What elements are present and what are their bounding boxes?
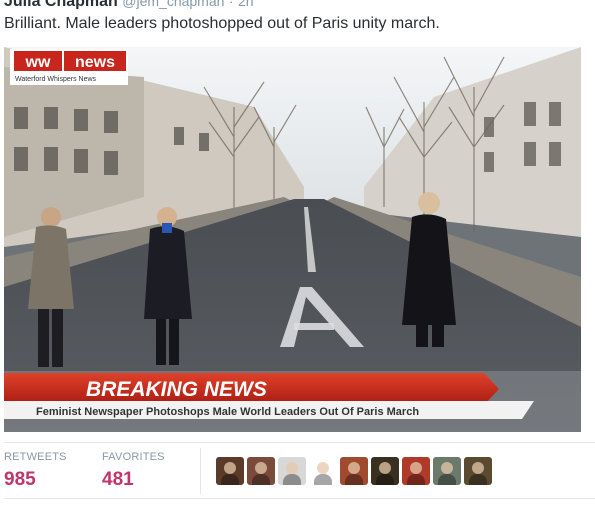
banner-caption: Feminist Newspaper Photoshops Male World… bbox=[36, 406, 419, 418]
avatar-2[interactable] bbox=[247, 457, 275, 485]
retweets-label: RETWEETS bbox=[4, 451, 67, 463]
avatar-6[interactable] bbox=[371, 457, 399, 485]
avatar-1[interactable] bbox=[216, 457, 244, 485]
favorites-label: FAVORITES bbox=[102, 451, 165, 463]
logo-subtitle: Waterford Whispers News bbox=[15, 76, 97, 83]
separator-dot: · bbox=[228, 0, 234, 9]
breaking-news-banner: BREAKING NEWS Feminist Newspaper Photosh… bbox=[4, 371, 581, 432]
author-name[interactable]: Julia Chapman bbox=[4, 0, 118, 9]
retweets-stat[interactable]: RETWEETS 985 bbox=[4, 451, 94, 491]
stats-divider bbox=[200, 448, 201, 494]
favorites-stat[interactable]: FAVORITES 481 bbox=[102, 451, 192, 491]
tweet-text: Brilliant. Male leaders photoshopped out… bbox=[4, 15, 440, 32]
news-logo: ww news Waterford Whispers News bbox=[10, 49, 128, 85]
tweet-header: Julia Chapman @jem_chapman · 2h bbox=[4, 0, 254, 9]
author-handle[interactable]: @jem_chapman bbox=[122, 0, 224, 9]
retweets-count: 985 bbox=[4, 469, 36, 490]
avatar-3[interactable] bbox=[278, 457, 306, 485]
tweet-timestamp[interactable]: 2h bbox=[238, 0, 254, 9]
avatar-5[interactable] bbox=[340, 457, 368, 485]
avatar-7[interactable] bbox=[402, 457, 430, 485]
logo-ww: ww bbox=[25, 54, 51, 71]
tweet-photo[interactable]: ww news Waterford Whispers News BREAKING… bbox=[4, 47, 581, 432]
favorites-count: 481 bbox=[102, 469, 134, 490]
avatar-9[interactable] bbox=[464, 457, 492, 485]
banner-title: BREAKING NEWS bbox=[86, 378, 267, 401]
photo-scene: ww news Waterford Whispers News BREAKING… bbox=[4, 47, 581, 432]
stats-bottom-divider bbox=[4, 498, 595, 499]
stats-top-divider bbox=[4, 442, 595, 443]
avatar-8[interactable] bbox=[433, 457, 461, 485]
logo-news: news bbox=[75, 54, 115, 71]
avatar-4[interactable] bbox=[309, 457, 337, 485]
